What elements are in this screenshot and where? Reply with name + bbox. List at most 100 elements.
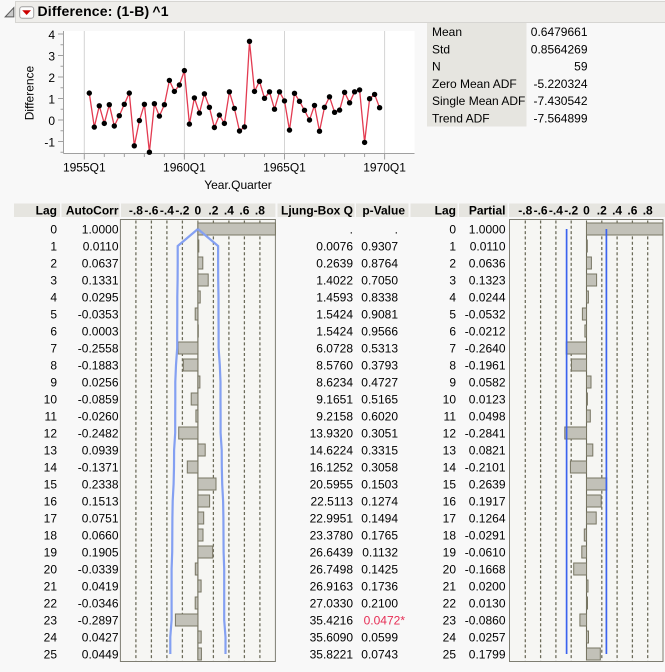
svg-text:0.0751: 0.0751 [82, 512, 119, 526]
svg-text:-.6: -.6 [534, 204, 548, 218]
svg-text:0.0472*: 0.0472* [364, 614, 406, 628]
svg-text:.2: .2 [597, 204, 607, 218]
svg-text:0.1905: 0.1905 [82, 546, 119, 560]
svg-text:Mean: Mean [432, 25, 462, 39]
svg-text:0.1132: 0.1132 [362, 546, 398, 560]
svg-text:.2: .2 [208, 204, 218, 218]
svg-text:0.1425: 0.1425 [361, 563, 398, 577]
svg-text:1.0000: 1.0000 [82, 223, 119, 237]
svg-text:25: 25 [443, 648, 457, 662]
svg-text:-0.2897: -0.2897 [78, 614, 119, 628]
svg-text:22: 22 [443, 597, 457, 611]
svg-text:5: 5 [449, 308, 456, 322]
svg-text:0.2100: 0.2100 [361, 597, 398, 611]
svg-text:20: 20 [44, 563, 58, 577]
svg-text:Trend ADF: Trend ADF [432, 112, 490, 126]
svg-text:-0.2482: -0.2482 [78, 427, 119, 441]
svg-text:19: 19 [44, 546, 58, 560]
svg-text:0.0743: 0.0743 [361, 648, 398, 662]
svg-text:-0.0532: -0.0532 [465, 308, 506, 322]
svg-text:0.1264: 0.1264 [469, 512, 506, 526]
svg-text:6.0728: 6.0728 [316, 342, 353, 356]
svg-text:59: 59 [574, 60, 588, 74]
svg-text:9.2158: 9.2158 [316, 410, 353, 424]
svg-text:0.1503: 0.1503 [361, 478, 398, 492]
svg-text:7: 7 [50, 342, 57, 356]
svg-text:26.6439: 26.6439 [310, 546, 354, 560]
svg-text:0.2639: 0.2639 [316, 257, 353, 271]
svg-text:0: 0 [48, 114, 55, 128]
svg-text:0.1799: 0.1799 [469, 648, 506, 662]
svg-text:-0.0860: -0.0860 [465, 614, 506, 628]
svg-text:0.0200: 0.0200 [469, 580, 506, 594]
svg-text:.: . [395, 223, 398, 237]
svg-text:22.9951: 22.9951 [310, 512, 354, 526]
svg-text:-0.0339: -0.0339 [78, 563, 119, 577]
svg-text:1.5424: 1.5424 [316, 308, 353, 322]
svg-text:Year.Quarter: Year.Quarter [204, 178, 272, 192]
svg-text:-7.430542: -7.430542 [533, 94, 587, 108]
svg-text:-0.0353: -0.0353 [78, 308, 119, 322]
svg-text:0.0256: 0.0256 [82, 376, 119, 390]
svg-text:-0.0291: -0.0291 [465, 529, 506, 543]
svg-text:0: 0 [583, 204, 590, 218]
svg-text:0.4727: 0.4727 [361, 376, 398, 390]
svg-text:N: N [432, 60, 441, 74]
svg-text:0.7050: 0.7050 [361, 274, 398, 288]
svg-text:Ljung-Box Q: Ljung-Box Q [281, 204, 353, 218]
svg-text:21: 21 [44, 580, 58, 594]
svg-text:0.3058: 0.3058 [361, 461, 398, 475]
svg-text:0.0076: 0.0076 [316, 240, 353, 254]
svg-text:0.0110: 0.0110 [470, 240, 506, 254]
svg-text:4: 4 [50, 291, 57, 305]
svg-text:2: 2 [48, 71, 55, 85]
svg-text:3: 3 [50, 274, 57, 288]
svg-text:AutoCorr: AutoCorr [66, 204, 119, 218]
svg-text:Partial: Partial [469, 204, 506, 218]
svg-text:18: 18 [44, 529, 58, 543]
svg-text:1.5424: 1.5424 [316, 325, 353, 339]
svg-text:Lag: Lag [435, 204, 456, 218]
svg-text:1: 1 [50, 240, 57, 254]
svg-text:1965Q1: 1965Q1 [263, 161, 306, 175]
svg-text:-0.0859: -0.0859 [78, 393, 119, 407]
svg-text:27.0330: 27.0330 [310, 597, 354, 611]
svg-text:0.0130: 0.0130 [469, 597, 506, 611]
svg-text:26.7498: 26.7498 [310, 563, 354, 577]
svg-text:20.5955: 20.5955 [310, 478, 354, 492]
svg-text:0.0582: 0.0582 [469, 376, 506, 390]
svg-text:0: 0 [449, 223, 456, 237]
svg-text:0.5165: 0.5165 [361, 393, 398, 407]
svg-text:0.2639: 0.2639 [469, 478, 506, 492]
svg-text:Zero Mean ADF: Zero Mean ADF [432, 77, 517, 91]
svg-text:23.3780: 23.3780 [310, 529, 354, 543]
svg-text:0.5313: 0.5313 [361, 342, 398, 356]
svg-text:3: 3 [449, 274, 456, 288]
svg-text:13: 13 [443, 444, 457, 458]
svg-text:9: 9 [50, 376, 57, 390]
svg-text:1: 1 [449, 240, 456, 254]
svg-text:11: 11 [444, 410, 457, 424]
svg-text:1.0000: 1.0000 [469, 223, 506, 237]
svg-text:1960Q1: 1960Q1 [163, 161, 206, 175]
svg-text:0.1736: 0.1736 [361, 580, 398, 594]
svg-text:3: 3 [48, 50, 55, 64]
svg-text:24: 24 [443, 631, 457, 645]
svg-text:23: 23 [443, 614, 457, 628]
svg-text:0.0244: 0.0244 [469, 291, 506, 305]
svg-text:0.1765: 0.1765 [361, 529, 398, 543]
svg-text:6: 6 [50, 325, 57, 339]
svg-text:14.6224: 14.6224 [310, 444, 354, 458]
svg-text:0.1274: 0.1274 [361, 495, 398, 509]
svg-text:0.0427: 0.0427 [82, 631, 119, 645]
svg-text:13: 13 [44, 444, 58, 458]
svg-text:8.6234: 8.6234 [316, 376, 353, 390]
svg-text:0.1323: 0.1323 [469, 274, 506, 288]
svg-text:1970Q1: 1970Q1 [363, 161, 406, 175]
svg-text:.: . [350, 223, 353, 237]
svg-text:1955Q1: 1955Q1 [63, 161, 106, 175]
svg-text:0.9566: 0.9566 [361, 325, 398, 339]
svg-text:0.0419: 0.0419 [82, 580, 119, 594]
svg-text:-0.2841: -0.2841 [465, 427, 506, 441]
svg-text:0: 0 [195, 204, 202, 218]
